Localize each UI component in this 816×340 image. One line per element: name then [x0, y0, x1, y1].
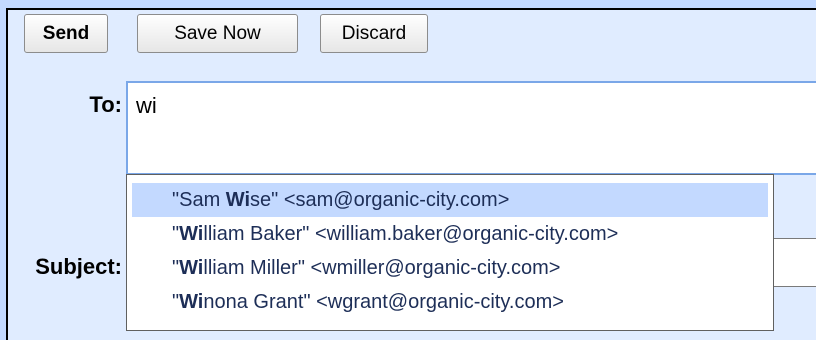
- suggestion-prefix: "Sam: [172, 189, 226, 211]
- suggestion-suffix: nona Grant" <wgrant@organic-city.com>: [203, 291, 564, 313]
- save-now-button[interactable]: Save Now: [137, 14, 298, 53]
- suggestion-match: Wi: [179, 291, 204, 313]
- suggestion-match: Wi: [179, 257, 204, 279]
- suggestion-suffix: se" <sam@organic-city.com>: [250, 189, 510, 211]
- send-button[interactable]: Send: [24, 14, 108, 53]
- suggestion-item[interactable]: "Winona Grant" <wgrant@organic-city.com>: [132, 285, 768, 319]
- to-label: To:: [89, 92, 122, 117]
- suggestion-item[interactable]: "William Baker" <william.baker@organic-c…: [132, 217, 768, 251]
- subject-label: Subject:: [35, 254, 122, 279]
- suggestion-item[interactable]: "Sam Wise" <sam@organic-city.com>: [132, 183, 768, 217]
- suggestion-suffix: lliam Miller" <wmiller@organic-city.com>: [203, 257, 561, 279]
- discard-button[interactable]: Discard: [320, 14, 428, 53]
- compose-frame: Send Save Now Discard To: wi Subject: "S…: [0, 0, 816, 340]
- autocomplete-dropdown: "Sam Wise" <sam@organic-city.com> "Willi…: [126, 174, 774, 331]
- suggestion-match: Wi: [225, 189, 251, 211]
- to-field[interactable]: wi: [126, 81, 816, 175]
- suggestion-item[interactable]: "William Miller" <wmiller@organic-city.c…: [132, 251, 768, 285]
- suggestion-match: Wi: [179, 223, 204, 245]
- suggestion-suffix: lliam Baker" <william.baker@organic-city…: [203, 223, 619, 245]
